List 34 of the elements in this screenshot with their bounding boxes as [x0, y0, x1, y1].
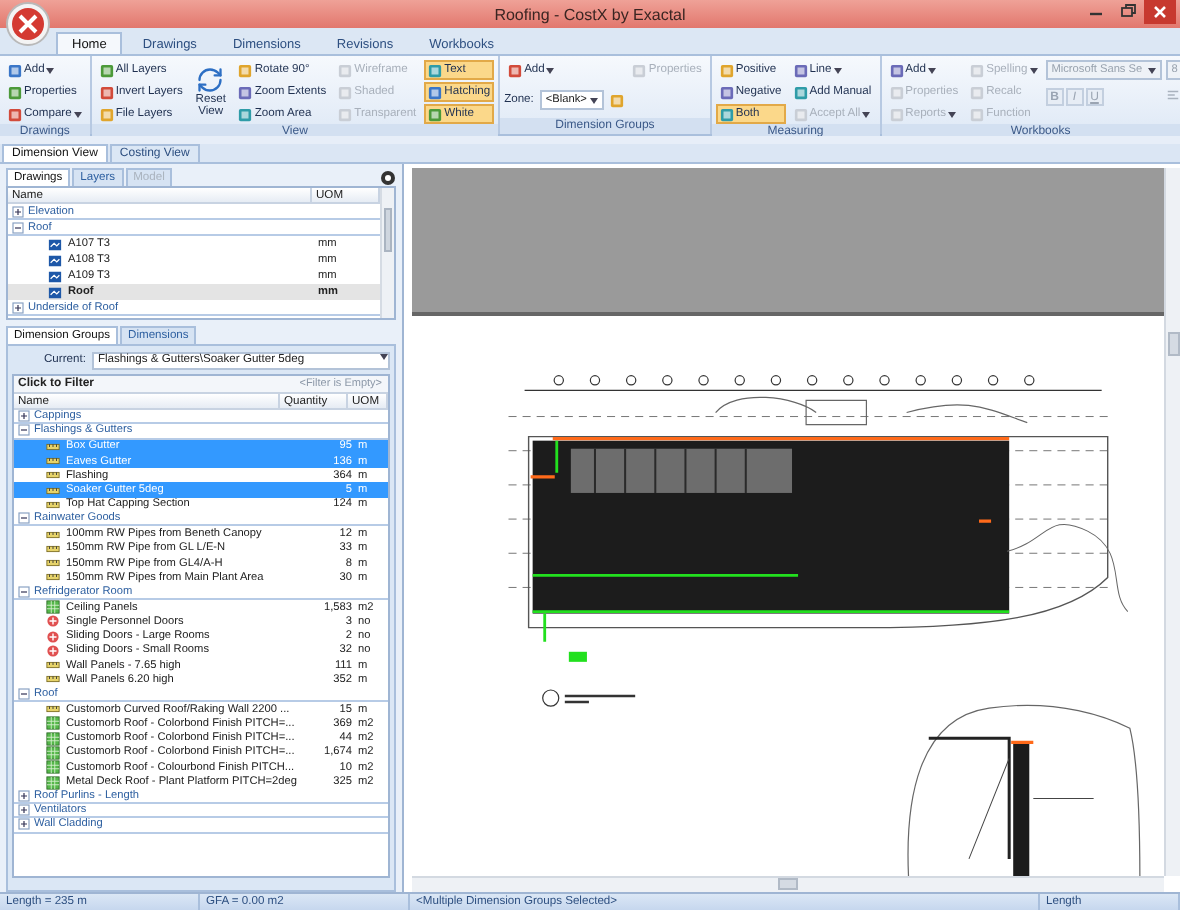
refresh-icon	[196, 66, 225, 94]
vertical-scrollbar[interactable]	[380, 188, 394, 318]
caret-icon	[928, 67, 936, 73]
vertical-scrollbar[interactable]	[1164, 168, 1180, 876]
window-title: Roofing - CostX by Exactal	[494, 5, 686, 23]
expand-icon[interactable]	[12, 205, 24, 217]
caret-icon	[380, 353, 388, 359]
tool-icon	[632, 63, 647, 77]
close-icon[interactable]	[1144, 0, 1176, 24]
caret-icon	[546, 67, 555, 73]
expand-icon[interactable]	[18, 410, 30, 423]
expand-icon[interactable]	[18, 818, 30, 831]
caret-icon	[1147, 67, 1156, 73]
expand-icon[interactable]	[18, 789, 30, 802]
caret-icon	[1029, 67, 1038, 73]
caret-icon	[947, 111, 956, 117]
collapse-icon[interactable]	[18, 424, 30, 437]
expand-icon[interactable]	[12, 301, 24, 313]
collapse-icon[interactable]	[12, 221, 24, 233]
collapse-icon[interactable]	[18, 585, 30, 598]
caret-icon	[862, 111, 871, 117]
horizontal-scrollbar[interactable]	[412, 876, 1164, 892]
collapse-icon[interactable]	[18, 512, 30, 525]
caret-icon	[73, 111, 82, 117]
grid-icon	[46, 600, 60, 614]
tool-icon	[508, 63, 523, 77]
pin-icon[interactable]	[380, 170, 396, 186]
ruler-icon	[46, 702, 60, 717]
collapse-icon[interactable]	[18, 687, 30, 700]
caret-icon	[590, 97, 599, 103]
caret-icon	[46, 67, 55, 73]
expand-icon[interactable]	[18, 804, 30, 817]
caret-icon	[833, 67, 842, 73]
tool-icon	[610, 93, 625, 107]
